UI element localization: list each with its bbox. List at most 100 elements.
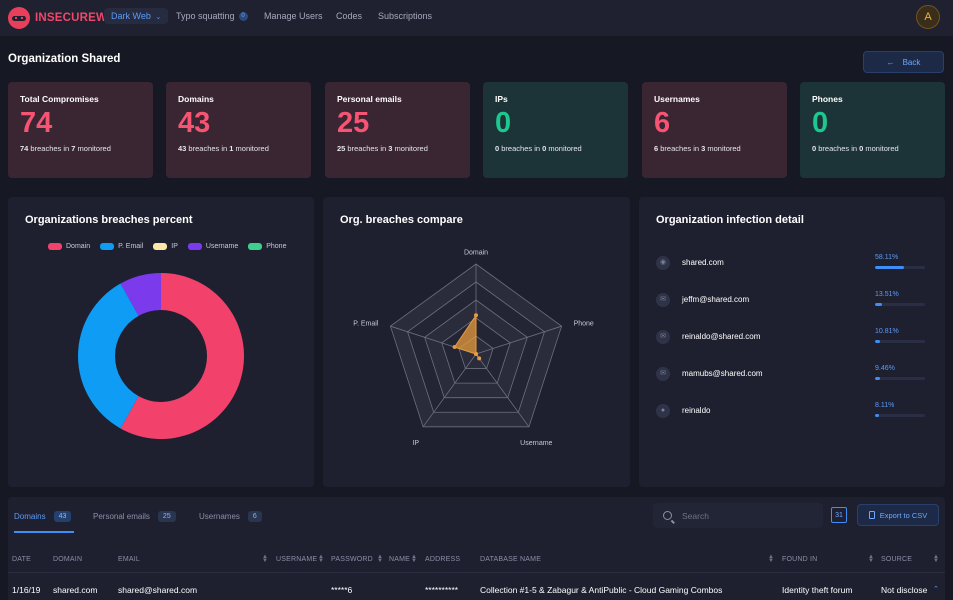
radar-axis-label: Domain — [464, 249, 488, 256]
nav-item-dark-web[interactable]: Dark Web ⌄ — [104, 8, 169, 24]
infection-row[interactable]: ✉ mamubs@shared.com 9.46% — [656, 365, 931, 387]
scroll-top-icon[interactable]: ⌃ — [933, 585, 939, 593]
tab-personal-emails[interactable]: Personal emails 25 — [93, 511, 176, 522]
radar-point-domain[interactable] — [474, 313, 478, 318]
tab-domains[interactable]: Domains 43 — [14, 511, 72, 522]
logo-icon — [8, 7, 30, 29]
infection-progress-fill — [875, 377, 880, 380]
infection-percent: 10.81% — [875, 328, 899, 335]
breaches-table: Domains 43 Personal emails 25 Usernames … — [8, 497, 945, 600]
mail-icon: ✉ — [656, 367, 670, 381]
sort-icon[interactable]: ▲ ▼ — [377, 554, 383, 564]
donut-slice-p-email[interactable] — [77, 283, 139, 429]
sort-icon[interactable]: ▲ ▼ — [411, 554, 417, 564]
infection-progress-fill — [875, 303, 882, 306]
infection-progress-track — [875, 414, 925, 417]
nav-item-label: Dark Web — [111, 11, 151, 21]
infection-progress-track — [875, 340, 925, 343]
top-nav: INSECUREWEB Dark Web ⌄ Typo squatting 0 M… — [0, 0, 953, 36]
nav-item-codes[interactable]: Codes — [336, 11, 362, 21]
stat-subtext: 43 breaches in 1 monitored — [178, 144, 299, 153]
table-cell: shared@shared.com — [118, 585, 198, 595]
column-header[interactable]: EMAIL — [118, 556, 140, 563]
stat-value: 0 — [495, 107, 512, 139]
sort-icon[interactable]: ▲ ▼ — [868, 554, 874, 564]
stat-subtext: 0 breaches in 0 monitored — [812, 144, 933, 153]
radar-point-username[interactable] — [477, 356, 482, 361]
panel-title: Organization infection detail — [656, 214, 804, 226]
infection-row[interactable]: ✉ jeffm@shared.com 13.51% — [656, 291, 931, 313]
stat-sub-text: breaches in — [658, 144, 702, 153]
tab-count: 25 — [157, 511, 176, 522]
nav-item-typo-squatting[interactable]: Typo squatting 0 — [176, 11, 248, 22]
back-button[interactable]: ← Back — [863, 51, 944, 73]
search-box — [653, 503, 823, 528]
column-header[interactable]: DOMAIN — [53, 556, 82, 563]
globe-icon: ◉ — [656, 256, 670, 270]
column-header[interactable]: PASSWORD — [331, 556, 373, 563]
radar-point-ip[interactable] — [474, 352, 478, 356]
mail-icon: ✉ — [656, 330, 670, 344]
infection-row[interactable]: ✉ reinaldo@shared.com 10.81% — [656, 328, 931, 350]
infection-progress-fill — [875, 266, 905, 269]
stat-label: Total Compromises — [20, 94, 99, 104]
search-input[interactable] — [682, 510, 802, 521]
table-cell: Not disclose — [881, 585, 928, 595]
sort-icon[interactable]: ▲ ▼ — [262, 554, 268, 564]
tab-label: Personal emails — [93, 512, 150, 521]
stat-subtext: 74 breaches in 7 monitored — [20, 144, 141, 153]
file-icon — [868, 511, 875, 519]
nav-item-subscriptions[interactable]: Subscriptions — [378, 11, 432, 21]
donut-chart — [77, 273, 245, 439]
column-header[interactable]: ADDRESS — [425, 556, 460, 563]
stat-label: Personal emails — [337, 94, 402, 104]
column-header[interactable]: DATE — [12, 556, 31, 563]
stat-card-phones: Phones 0 0 breaches in 0 monitored — [800, 82, 945, 178]
stat-value: 74 — [20, 107, 53, 139]
calendar-icon[interactable]: 31 — [831, 507, 847, 523]
column-header[interactable]: DATABASE NAME — [480, 556, 541, 563]
stat-sub-text: monitored — [392, 144, 428, 153]
infection-label: reinaldo — [682, 406, 711, 415]
table-cell: shared.com — [53, 585, 98, 595]
sort-icon[interactable]: ▲ ▼ — [318, 554, 324, 564]
column-header[interactable]: FOUND IN — [782, 556, 817, 563]
column-header[interactable]: USERNAME — [276, 556, 317, 563]
breaches-percent-panel: Organizations breaches percent Domain P. … — [8, 197, 314, 487]
nav-item-label: Typo squatting — [176, 11, 235, 21]
radar-chart: Domain Phone Username IP P. Email — [353, 249, 594, 447]
chevron-down-icon: ⌄ — [155, 14, 162, 21]
infection-progress-fill — [875, 414, 880, 417]
radar-point-p-email[interactable] — [452, 345, 457, 350]
stat-label: IPs — [495, 94, 508, 104]
tab-usernames[interactable]: Usernames 6 — [199, 511, 262, 522]
infection-row[interactable]: ◉ shared.com 58.11% — [656, 254, 931, 276]
column-header[interactable]: NAME — [389, 556, 410, 563]
infection-detail-panel: Organization infection detail ◉ shared.co… — [639, 197, 945, 487]
stat-sub-text: breaches in — [499, 144, 543, 153]
tab-count: 43 — [53, 511, 72, 522]
radar-axis-label: P. Email — [353, 320, 379, 327]
infection-label: jeffm@shared.com — [682, 295, 750, 304]
column-header[interactable]: SOURCE — [881, 556, 912, 563]
stat-card-total-compromises: Total Compromises 74 74 breaches in 7 moni… — [8, 82, 153, 178]
tab-label: Domains — [14, 512, 46, 521]
infection-row[interactable]: ● reinaldo 8.11% — [656, 402, 931, 424]
infection-percent: 58.11% — [875, 254, 899, 261]
stat-sub-text: monitored — [233, 144, 269, 153]
table-cell: 1/16/19 — [12, 585, 41, 595]
table-cell: ********** — [425, 585, 459, 595]
stat-card-usernames: Usernames 6 6 breaches in 3 monitored — [642, 82, 787, 178]
infection-progress-track — [875, 377, 925, 380]
nav-item-manage-users[interactable]: Manage Users — [264, 11, 323, 21]
user-icon: ● — [656, 404, 670, 418]
stat-sub-text: breaches in — [816, 144, 860, 153]
export-csv-button[interactable]: Export to CSV — [857, 504, 939, 526]
sort-icon[interactable]: ▲ ▼ — [933, 554, 939, 564]
stat-sub-text: breaches in — [28, 144, 72, 153]
stat-label: Domains — [178, 94, 214, 104]
avatar[interactable]: A — [916, 5, 940, 29]
sort-icon[interactable]: ▲ ▼ — [768, 554, 774, 564]
stat-value: 0 — [812, 107, 829, 139]
infection-label: shared.com — [682, 258, 724, 267]
